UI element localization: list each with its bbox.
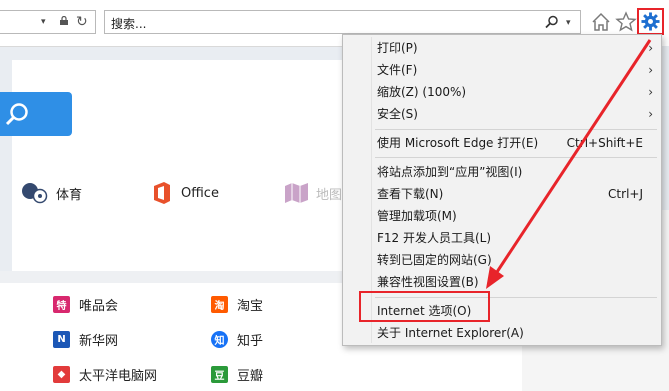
favorites-star-icon[interactable] bbox=[614, 10, 638, 34]
site-label: 唯品会 bbox=[79, 299, 119, 314]
search-placeholder: 搜索... bbox=[111, 17, 147, 31]
menu-item-label: 使用 Microsoft Edge 打开(E) bbox=[377, 136, 539, 150]
zhihu-icon: 知 bbox=[211, 331, 228, 348]
menu-item-devtools[interactable]: F12 开发人员工具(L) bbox=[343, 227, 661, 249]
chevron-right-icon: › bbox=[648, 85, 653, 99]
chevron-right-icon: › bbox=[648, 41, 653, 55]
menu-item-manage-addons[interactable]: 管理加载项(M) bbox=[343, 205, 661, 227]
menu-item-shortcut: Ctrl+Shift+E bbox=[566, 136, 643, 150]
menu-item-label: 关于 Internet Explorer(A) bbox=[377, 326, 524, 340]
site-link-douban[interactable]: 豆 豆瓣 bbox=[211, 365, 263, 384]
site-link-vip[interactable]: 特 唯品会 bbox=[53, 295, 118, 314]
chevron-right-icon: › bbox=[648, 63, 653, 77]
menu-item-label: 将站点添加到“应用”视图(I) bbox=[377, 165, 523, 179]
search-icon bbox=[5, 103, 28, 126]
site-label: 知乎 bbox=[237, 334, 264, 349]
menu-item-compat-view[interactable]: 兼容性视图设置(B) bbox=[343, 271, 661, 293]
menu-item-about-ie[interactable]: 关于 Internet Explorer(A) bbox=[343, 322, 661, 344]
menu-item-label: 缩放(Z) (100%) bbox=[377, 85, 467, 99]
menu-item-label: 管理加载项(M) bbox=[377, 209, 457, 223]
site-label: 新华网 bbox=[79, 334, 119, 349]
menu-item-label: 打印(P) bbox=[377, 41, 418, 55]
quick-link-label: 地图 bbox=[316, 187, 343, 203]
site-label: 淘宝 bbox=[237, 299, 264, 314]
refresh-icon[interactable]: ↻ bbox=[76, 14, 88, 30]
quick-link-sports[interactable]: 体育 bbox=[20, 181, 82, 205]
menu-item-pinned-sites[interactable]: 转到已固定的网站(G) bbox=[343, 249, 661, 271]
menu-item-file[interactable]: 文件(F) › bbox=[343, 59, 661, 81]
menu-item-print[interactable]: 打印(P) › bbox=[343, 37, 661, 59]
menu-item-add-to-apps[interactable]: 将站点添加到“应用”视图(I) bbox=[343, 161, 661, 183]
vip-icon: 特 bbox=[53, 296, 70, 313]
menu-item-label: 安全(S) bbox=[377, 107, 418, 121]
address-bar[interactable]: ▾ ↻ bbox=[0, 10, 96, 34]
menu-separator bbox=[375, 129, 657, 130]
site-link-pconline[interactable]: ◆ 太平洋电脑网 bbox=[53, 365, 157, 384]
site-label: 豆瓣 bbox=[237, 369, 264, 384]
chevron-right-icon: › bbox=[648, 107, 653, 121]
douban-icon: 豆 bbox=[211, 366, 228, 383]
internet-options-highlight bbox=[359, 291, 490, 322]
gear-icon bbox=[641, 12, 660, 31]
address-dropdown-icon[interactable]: ▾ bbox=[41, 17, 46, 27]
sports-icon bbox=[22, 183, 48, 204]
tools-gear-button[interactable] bbox=[637, 8, 664, 35]
lock-icon bbox=[60, 16, 68, 25]
menu-item-zoom[interactable]: 缩放(Z) (100%) › bbox=[343, 81, 661, 103]
site-link-zhihu[interactable]: 知 知乎 bbox=[211, 330, 263, 349]
menu-item-shortcut: Ctrl+J bbox=[608, 187, 643, 201]
pconline-icon: ◆ bbox=[53, 366, 70, 383]
menu-item-label: 转到已固定的网站(G) bbox=[377, 253, 492, 267]
menu-item-label: 文件(F) bbox=[377, 63, 418, 77]
site-label: 太平洋电脑网 bbox=[79, 369, 158, 384]
quick-link-office[interactable]: Office bbox=[150, 181, 219, 205]
page-search-button[interactable] bbox=[0, 92, 72, 136]
menu-item-view-downloads[interactable]: 查看下载(N) Ctrl+J bbox=[343, 183, 661, 205]
search-input[interactable]: 搜索... ▾ bbox=[104, 10, 581, 34]
menu-separator bbox=[375, 157, 657, 158]
quick-link-map[interactable]: 地图 bbox=[284, 181, 342, 205]
search-dropdown-icon[interactable]: ▾ bbox=[566, 18, 571, 28]
quick-link-label: 体育 bbox=[56, 187, 83, 203]
xinhua-icon: N bbox=[53, 331, 70, 348]
map-icon bbox=[285, 183, 308, 203]
site-link-taobao[interactable]: 淘 淘宝 bbox=[211, 295, 263, 314]
quick-link-label: Office bbox=[181, 185, 219, 201]
search-icon[interactable] bbox=[545, 15, 559, 29]
office-icon bbox=[154, 182, 170, 204]
menu-item-open-in-edge[interactable]: 使用 Microsoft Edge 打开(E) Ctrl+Shift+E bbox=[343, 132, 661, 154]
menu-item-safety[interactable]: 安全(S) › bbox=[343, 103, 661, 125]
site-link-xinhua[interactable]: N 新华网 bbox=[53, 330, 118, 349]
home-icon[interactable] bbox=[590, 11, 612, 33]
menu-item-label: 查看下载(N) bbox=[377, 187, 444, 201]
menu-item-label: F12 开发人员工具(L) bbox=[377, 231, 492, 245]
taobao-icon: 淘 bbox=[211, 296, 228, 313]
menu-item-label: 兼容性视图设置(B) bbox=[377, 275, 479, 289]
